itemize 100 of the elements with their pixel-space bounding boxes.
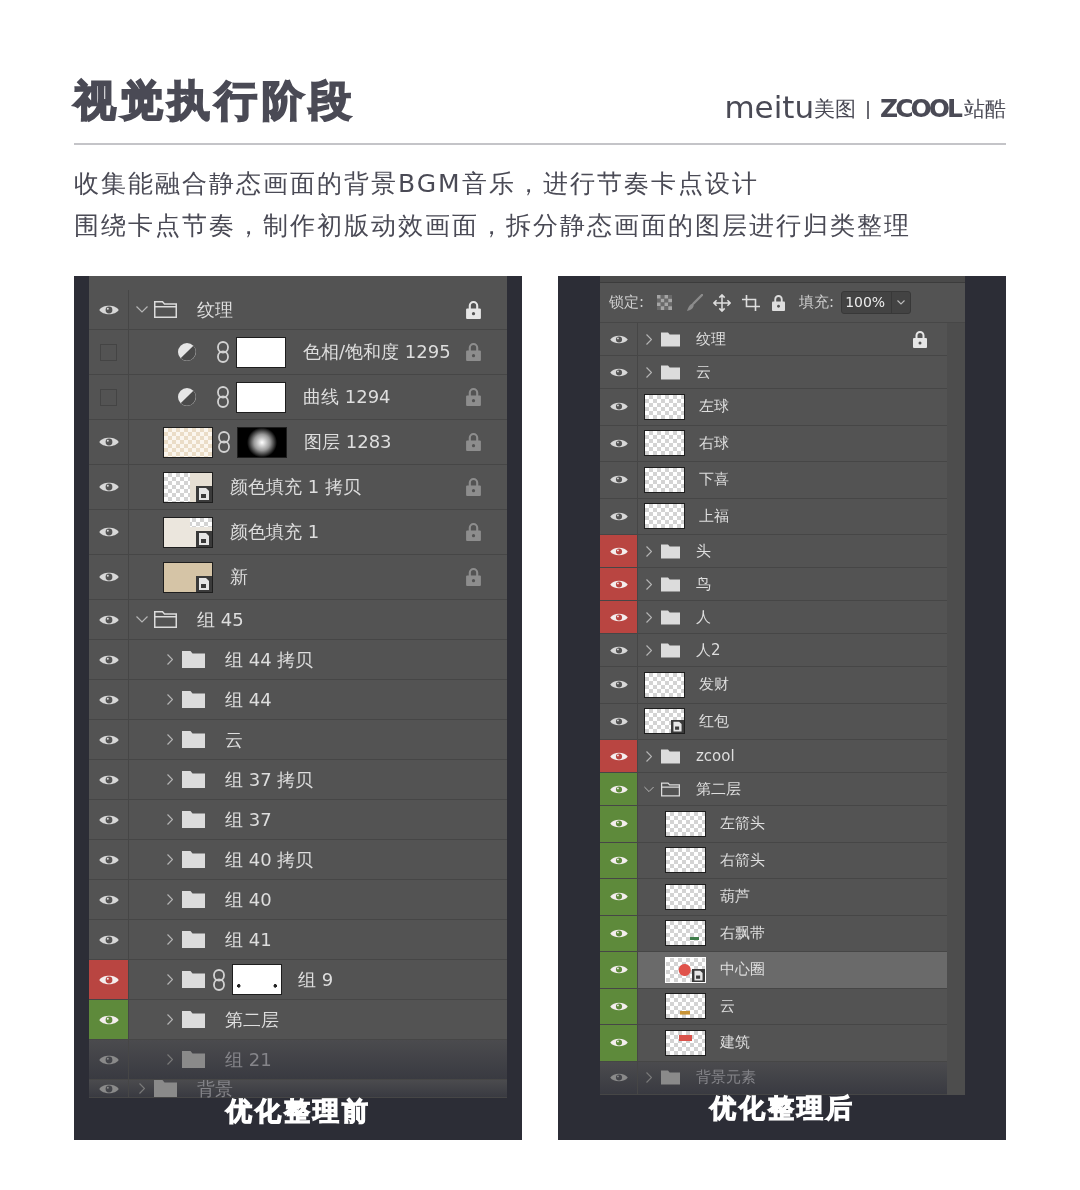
layer-row[interactable]: 人2 (600, 634, 947, 667)
move-icon[interactable] (713, 293, 732, 312)
chevron-right-icon[interactable] (167, 894, 173, 905)
folder-icon (661, 1070, 680, 1085)
layer-row[interactable]: 建筑 (600, 1025, 947, 1062)
layer-row[interactable]: 左球 (600, 389, 947, 426)
chevron-right-icon[interactable] (646, 578, 652, 590)
layer-name: 曲线 1294 (303, 388, 391, 406)
layer-row[interactable]: 下喜 (600, 462, 947, 499)
chevron-right-icon[interactable] (167, 1014, 173, 1025)
folder-icon (182, 1051, 205, 1068)
folder-icon (182, 1011, 205, 1028)
layer-name: 左球 (699, 399, 729, 415)
layer-row[interactable]: 颜色填充 1 (89, 510, 507, 555)
chevron-right-icon[interactable] (646, 644, 652, 656)
visibility-toggle[interactable] (600, 879, 638, 915)
layer-row[interactable]: 鸟 (600, 568, 947, 601)
visibility-toggle[interactable] (600, 601, 638, 633)
layer-row[interactable]: 组 44 (89, 680, 507, 720)
link-icon (213, 968, 225, 991)
layer-row[interactable]: 色相/饱和度 1295 (89, 330, 507, 375)
layer-row[interactable]: 组 40 (89, 880, 507, 920)
crop-icon[interactable] (742, 294, 761, 311)
chevron-down-icon[interactable] (136, 616, 148, 623)
chevron-right-icon[interactable] (167, 734, 173, 745)
chevron-right-icon[interactable] (167, 854, 173, 865)
chevron-right-icon[interactable] (646, 611, 652, 623)
layer-row[interactable]: 组 37 (89, 800, 507, 840)
layer-row[interactable]: 组 44 拷贝 (89, 640, 507, 680)
visibility-toggle[interactable] (600, 535, 638, 567)
description-line: 收集能融合静态画面的背景BGM音乐，进行节奏卡点设计 (74, 168, 760, 200)
visibility-toggle[interactable] (600, 773, 638, 805)
layer-row[interactable]: 上福 (600, 498, 947, 535)
layer-row[interactable]: 组 45 (89, 600, 507, 640)
chevron-right-icon[interactable] (646, 750, 652, 762)
visibility-toggle[interactable] (600, 740, 638, 772)
chevron-right-icon[interactable] (646, 333, 652, 345)
page-title: 视觉执行阶段 (74, 79, 356, 123)
layer-row[interactable]: 纹理 (600, 323, 947, 356)
description-line: 围绕卡点节奏，制作初版动效画面，拆分静态画面的图层进行归类整理 (74, 210, 912, 242)
chevron-right-icon[interactable] (167, 814, 173, 825)
checkerboard-icon[interactable] (657, 295, 673, 310)
layer-name: 云 (696, 364, 711, 380)
visibility-toggle[interactable] (600, 806, 638, 842)
layer-row[interactable]: 纹理 (89, 290, 507, 330)
layer-name: 纹理 (197, 300, 233, 319)
folder-icon (182, 771, 205, 788)
layer-row[interactable]: 红包 (600, 703, 947, 740)
visibility-toggle[interactable] (89, 1000, 129, 1039)
visibility-toggle[interactable] (600, 988, 638, 1024)
visibility-toggle[interactable] (600, 915, 638, 951)
layer-row[interactable]: 葫芦 (600, 879, 947, 916)
layer-name: 背景 (197, 1079, 233, 1098)
layer-name: 组 21 (225, 1050, 272, 1069)
layer-row[interactable]: 右箭头 (600, 842, 947, 879)
folder-icon (182, 811, 205, 828)
layer-row[interactable]: 头 (600, 535, 947, 568)
chevron-right-icon[interactable] (167, 694, 173, 705)
layer-row[interactable]: 发财 (600, 667, 947, 704)
layer-row[interactable]: 组 40 拷贝 (89, 840, 507, 880)
lock-icon[interactable] (772, 294, 786, 311)
layer-row[interactable]: 组 9 (89, 960, 507, 1000)
chevron-right-icon[interactable] (646, 545, 652, 557)
layer-row[interactable]: 右飘带 (600, 915, 947, 952)
layer-row[interactable]: 背景 (89, 1080, 507, 1098)
layer-row[interactable]: 云 (89, 720, 507, 760)
layer-name: 左箭头 (720, 816, 765, 832)
layer-row[interactable]: 中心圈 (600, 952, 947, 989)
layer-row[interactable]: 左箭头 (600, 806, 947, 843)
layer-name: 颜色填充 1 (230, 523, 320, 541)
visibility-toggle[interactable] (89, 960, 129, 999)
chevron-right-icon[interactable] (167, 774, 173, 785)
layer-row[interactable]: 第二层 (600, 773, 947, 806)
chevron-right-icon[interactable] (167, 934, 173, 945)
visibility-toggle[interactable] (600, 842, 638, 878)
layer-name: 组 44 (225, 690, 272, 709)
layer-name: 组 41 (225, 930, 272, 949)
layer-row[interactable]: 颜色填充 1 拷贝 (89, 465, 507, 510)
chevron-right-icon[interactable] (646, 366, 652, 378)
chevron-right-icon[interactable] (167, 654, 173, 665)
layer-row[interactable]: 云 (600, 988, 947, 1025)
layer-name: 右箭头 (720, 852, 765, 868)
layer-row[interactable]: 第二层 (89, 1000, 507, 1040)
visibility-toggle[interactable] (600, 952, 638, 988)
visibility-toggle[interactable] (600, 1025, 638, 1061)
visibility-toggle[interactable] (600, 568, 638, 600)
layer-row[interactable]: 新 (89, 555, 507, 600)
logo-wordmark: meitu (724, 92, 815, 123)
layer-row[interactable]: 人 (600, 601, 947, 634)
layer-row[interactable]: 右球 (600, 425, 947, 462)
layer-row[interactable]: 曲线 1294 (89, 375, 507, 420)
fill-field[interactable]: 100% (841, 291, 912, 314)
chevron-down-icon[interactable] (136, 306, 148, 313)
layer-row[interactable]: 图层 1283 (89, 420, 507, 465)
chevron-right-icon[interactable] (167, 974, 173, 985)
layer-row[interactable]: 组 41 (89, 920, 507, 960)
layer-row[interactable]: 组 37 拷贝 (89, 760, 507, 800)
chevron-right-icon[interactable] (139, 1083, 145, 1094)
layer-row[interactable]: zcool (600, 740, 947, 773)
layer-row[interactable]: 云 (600, 356, 947, 389)
